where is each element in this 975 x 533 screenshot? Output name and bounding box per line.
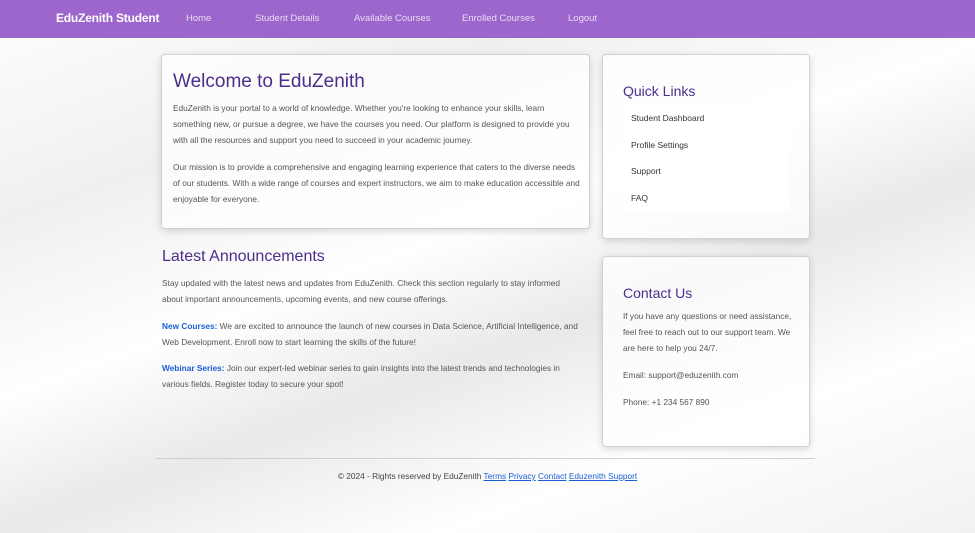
announcement-text: We are excited to announce the launch of… [162,321,578,347]
contact-card: Contact Us If you have any questions or … [602,256,810,447]
welcome-paragraph-2: Our mission is to provide a comprehensiv… [173,162,580,204]
footer-link-eduzenith-support[interactable]: Eduzenith Support [569,471,637,481]
footer-divider [155,458,815,459]
contact-email: Email: support@eduzenith.com [623,370,739,380]
welcome-paragraph-1: EduZenith is your portal to a world of k… [173,103,570,145]
footer-link-terms[interactable]: Terms [484,471,507,481]
announcement-label: New Courses: [162,321,218,331]
welcome-title: Welcome to EduZenith [173,71,365,92]
quick-link-student-dashboard[interactable]: Student Dashboard [623,105,789,132]
quick-link-faq[interactable]: FAQ [623,185,789,212]
quick-links-title: Quick Links [623,83,696,99]
nav-link-available-courses[interactable]: Available Courses [354,13,430,24]
announcement-new-courses: New Courses: We are excited to announce … [162,318,582,350]
nav-link-home[interactable]: Home [186,13,211,24]
footer-link-contact[interactable]: Contact [538,471,567,481]
announcement-webinar-series: Webinar Series: Join our expert-led webi… [162,360,582,392]
nav-link-logout[interactable]: Logout [568,13,597,24]
welcome-card: Welcome to EduZenith EduZenith is your p… [161,54,590,229]
announcements-intro: Stay updated with the latest news and up… [162,278,561,304]
footer-link-privacy[interactable]: Privacy [508,471,535,481]
quick-link-support[interactable]: Support [623,158,789,185]
contact-title: Contact Us [623,285,693,301]
footer: © 2024 - Rights reserved by EduZenith Te… [0,471,975,481]
brand-logo[interactable]: EduZenith Student [56,11,159,25]
announcement-label: Webinar Series: [162,363,225,373]
quick-links-list: Student Dashboard Profile Settings Suppo… [623,105,789,211]
contact-phone: Phone: +1 234 567 890 [623,397,710,407]
quick-links-card: Quick Links Student Dashboard Profile Se… [602,54,810,239]
top-navbar: EduZenith Student Home Student Details A… [0,0,975,38]
nav-link-student-details[interactable]: Student Details [255,13,319,24]
contact-text: If you have any questions or need assist… [623,311,792,353]
quick-link-profile-settings[interactable]: Profile Settings [623,132,789,159]
nav-link-enrolled-courses[interactable]: Enrolled Courses [462,13,535,24]
footer-copyright: © 2024 - Rights reserved by EduZenith [337,471,484,481]
announcements-title: Latest Announcements [162,248,325,265]
